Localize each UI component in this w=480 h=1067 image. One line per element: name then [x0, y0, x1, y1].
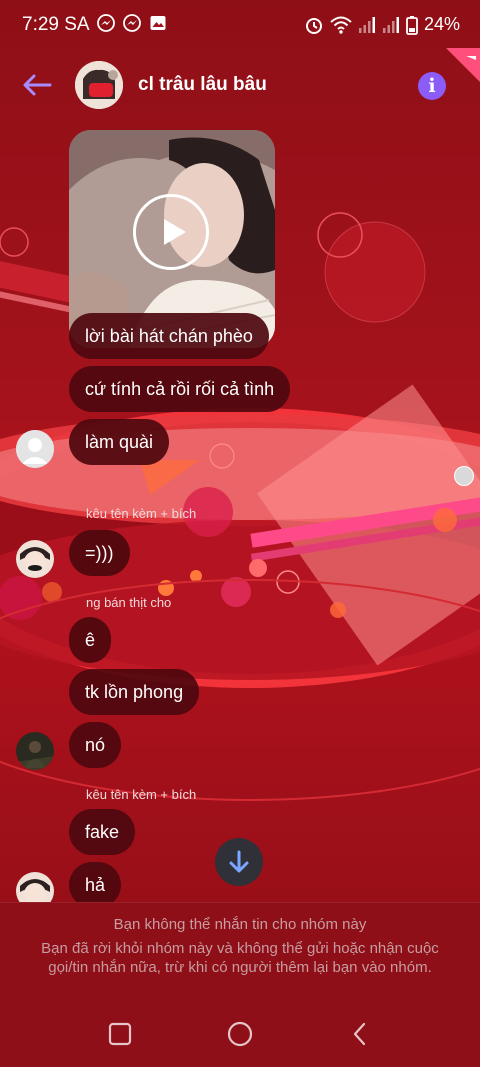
system-navigation-bar — [0, 1003, 480, 1067]
back-icon[interactable] — [347, 1021, 373, 1047]
back-arrow-icon[interactable] — [20, 70, 54, 100]
notice-body: Bạn đã rời khỏi nhóm này và không thể gử… — [41, 940, 439, 976]
chat-title[interactable]: cl trâu lâu bâu — [138, 74, 267, 96]
sender-name: ng bán thịt cho — [86, 595, 172, 610]
messenger-icon — [123, 14, 141, 32]
chat-screen: 7:29 SA 24% cl trâu lâu bâu i lời bài há… — [0, 0, 480, 1067]
message-bubble[interactable]: ê — [69, 617, 112, 663]
read-receipt-avatar — [454, 466, 474, 486]
sender-avatar[interactable] — [16, 540, 54, 578]
message-bubble[interactable]: cứ tính cả rồi rối cả tình — [69, 366, 291, 412]
wifi-icon — [330, 16, 352, 34]
home-icon[interactable] — [227, 1021, 253, 1047]
status-right: 24% — [304, 14, 460, 35]
info-icon[interactable]: i — [418, 72, 446, 100]
battery-level: 24% — [423, 14, 460, 34]
message-bubble[interactable]: =))) — [69, 530, 130, 576]
messenger-icon — [97, 14, 115, 32]
message-bubble[interactable]: làm quài — [69, 419, 170, 465]
left-group-notice: Bạn không thể nhắn tin cho nhóm này Bạn … — [0, 902, 480, 1003]
sender-name: kêu tên kèm + bích — [86, 506, 197, 521]
status-time: 7:29 SA — [22, 14, 90, 35]
battery-icon — [406, 15, 418, 35]
alarm-icon — [305, 17, 322, 34]
message-bubble[interactable]: tk lồn phong — [69, 669, 200, 715]
sender-avatar[interactable] — [16, 430, 54, 468]
ribbon-decoration — [446, 48, 480, 82]
message-bubble[interactable]: nó — [69, 722, 122, 768]
chat-header: cl trâu lâu bâu i — [0, 52, 480, 120]
message-bubble[interactable]: lời bài hát chán phèo — [69, 313, 269, 359]
play-icon[interactable] — [133, 194, 209, 270]
message-bubble[interactable]: fake — [69, 809, 136, 855]
notice-title: Bạn không thể nhắn tin cho nhóm này — [113, 916, 367, 933]
scroll-down-arrow-icon — [229, 850, 249, 873]
scroll-down-button[interactable] — [215, 838, 263, 886]
signal-icon — [382, 16, 399, 33]
signal-icon — [358, 16, 375, 33]
recent-apps-icon[interactable] — [107, 1021, 133, 1047]
sender-name: kêu tên kèm + bích — [86, 787, 197, 802]
notification-icons — [97, 14, 167, 32]
group-avatar[interactable] — [75, 61, 123, 109]
status-bar: 7:29 SA 24% — [0, 0, 480, 50]
sender-avatar[interactable] — [16, 732, 54, 770]
gallery-icon — [150, 16, 166, 30]
